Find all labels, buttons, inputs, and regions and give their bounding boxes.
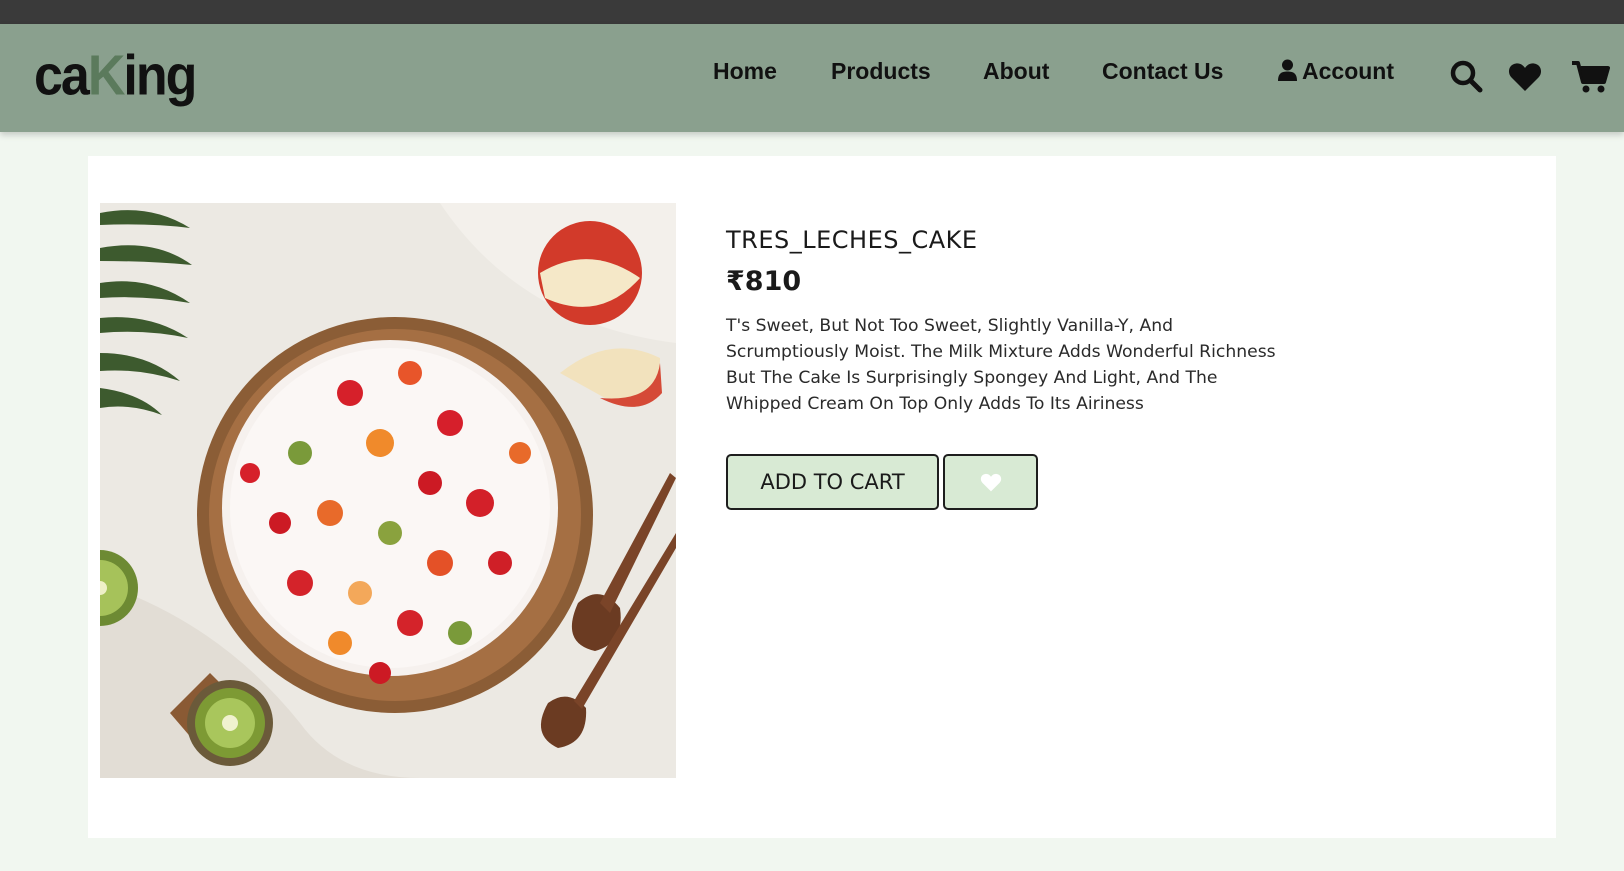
heart-icon[interactable]: [1508, 62, 1542, 92]
logo-text-start: ca: [34, 44, 90, 108]
heart-icon: [980, 473, 1001, 491]
logo-text-end: ing: [123, 44, 197, 108]
nav-contact-link[interactable]: Contact Us: [1102, 58, 1223, 85]
browser-top-strip: [0, 0, 1624, 24]
site-navbar: caKing Home Products About Contact Us Ac…: [0, 24, 1624, 132]
product-description: T's Sweet, But Not Too Sweet, Slightly V…: [726, 316, 1276, 414]
nav-about-link[interactable]: About: [983, 58, 1049, 85]
nav-products-link[interactable]: Products: [831, 58, 931, 85]
search-icon[interactable]: [1450, 60, 1483, 94]
product-image: [100, 203, 676, 778]
cart-icon[interactable]: [1572, 60, 1610, 94]
add-to-cart-button[interactable]: ADD TO CART: [726, 454, 939, 510]
product-price: ₹810: [726, 266, 802, 297]
site-logo[interactable]: caKing: [34, 48, 197, 104]
user-icon: [1278, 59, 1297, 81]
nav-home-link[interactable]: Home: [713, 58, 777, 85]
product-info: TRES_LECHES_CAKE ₹810 T's Sweet, But Not…: [726, 226, 1286, 417]
product-title: TRES_LECHES_CAKE: [726, 226, 978, 254]
nav-account-link[interactable]: Account: [1278, 58, 1394, 85]
logo-text-accent: K: [87, 44, 126, 108]
nav-account-label: Account: [1302, 58, 1394, 84]
add-to-wishlist-button[interactable]: [943, 454, 1038, 510]
